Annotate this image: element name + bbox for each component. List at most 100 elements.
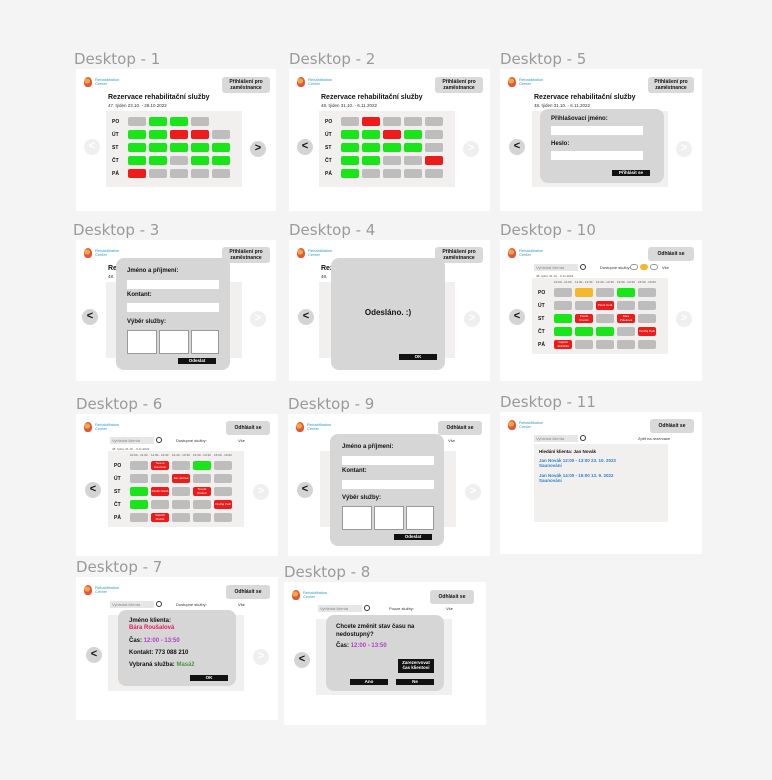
time-slot[interactable]: Jan Jelínek — [172, 474, 190, 483]
filter-all[interactable]: Vše — [662, 265, 669, 270]
client-search-input[interactable]: Vyhledat klienta — [318, 605, 362, 612]
logout-button[interactable]: Odhlásit se — [226, 585, 270, 599]
time-slot[interactable] — [554, 327, 572, 336]
time-slot[interactable]: Ondřej Pešl — [214, 500, 232, 509]
time-slot[interactable] — [638, 288, 656, 297]
employee-login-button[interactable]: Přihlášení pro zaměstnance — [435, 77, 483, 93]
time-slot[interactable] — [404, 143, 422, 152]
time-slot[interactable] — [170, 117, 188, 126]
service-option-1[interactable] — [127, 330, 157, 354]
time-slot[interactable]: Tomáš Polách — [193, 487, 211, 496]
time-slot[interactable] — [170, 169, 188, 178]
next-week-button[interactable]: > — [465, 484, 481, 500]
time-slot[interactable] — [172, 513, 190, 522]
time-slot[interactable] — [425, 117, 443, 126]
time-slot[interactable] — [404, 130, 422, 139]
contact-input[interactable] — [342, 480, 434, 489]
time-slot[interactable] — [191, 169, 209, 178]
prev-week-button[interactable]: < — [298, 309, 314, 325]
time-slot[interactable] — [617, 288, 635, 297]
logout-button[interactable]: Odhlásit se — [648, 247, 694, 261]
client-search-input[interactable]: Vyhledat klienta — [110, 601, 154, 608]
time-slot[interactable] — [149, 117, 167, 126]
next-week-button[interactable]: > — [463, 141, 479, 157]
time-slot[interactable] — [172, 461, 190, 470]
result-item[interactable]: Jan Novák 12:00 - 13:00 23. 10. 2022 Sau… — [539, 458, 616, 468]
prev-week-button[interactable]: < — [509, 309, 525, 325]
time-slot[interactable] — [193, 513, 211, 522]
logout-button[interactable]: Odhlásit se — [430, 590, 474, 604]
time-slot[interactable] — [170, 156, 188, 165]
time-slot[interactable] — [383, 169, 401, 178]
time-slot[interactable] — [425, 130, 443, 139]
search-icon[interactable] — [156, 437, 162, 443]
time-slot[interactable]: Vojtěch Michal — [151, 513, 169, 522]
next-week-button[interactable]: > — [250, 141, 266, 157]
time-slot[interactable] — [128, 130, 146, 139]
next-week-button[interactable]: > — [464, 311, 480, 327]
time-slot[interactable] — [617, 301, 635, 310]
time-slot[interactable] — [170, 143, 188, 152]
service-option-2[interactable] — [159, 330, 189, 354]
time-slot[interactable] — [212, 130, 230, 139]
filter-toggle-2[interactable] — [640, 264, 648, 270]
client-search-input[interactable]: Vyhledat klienta — [534, 264, 578, 271]
login-submit-button[interactable]: Přihlásit se — [612, 170, 650, 176]
time-slot[interactable] — [341, 169, 359, 178]
time-slot[interactable] — [191, 156, 209, 165]
time-slot[interactable] — [554, 314, 572, 323]
time-slot[interactable] — [362, 169, 380, 178]
submit-button[interactable]: Odeslat — [178, 358, 216, 364]
time-slot[interactable] — [128, 143, 146, 152]
filter-all[interactable]: Vše — [238, 438, 245, 443]
search-icon[interactable] — [580, 264, 586, 270]
time-slot[interactable] — [128, 117, 146, 126]
time-slot[interactable] — [554, 301, 572, 310]
employee-login-button[interactable]: Přihlášení pro zaměstnance — [222, 77, 270, 93]
time-slot[interactable] — [341, 130, 359, 139]
prev-week-button[interactable]: < — [294, 652, 310, 668]
time-slot[interactable] — [193, 500, 211, 509]
time-slot[interactable] — [130, 461, 148, 470]
service-option-3[interactable] — [406, 506, 434, 530]
employee-login-button[interactable]: Přihlášení pro zaměstnance — [648, 77, 694, 93]
time-slot[interactable] — [383, 143, 401, 152]
filter-toggle-1[interactable] — [630, 264, 638, 270]
time-slot[interactable] — [170, 130, 188, 139]
time-slot[interactable] — [404, 156, 422, 165]
prev-week-button[interactable]: < — [82, 309, 98, 325]
time-slot[interactable] — [362, 143, 380, 152]
time-slot[interactable] — [341, 117, 359, 126]
time-slot[interactable] — [575, 327, 593, 336]
password-input[interactable] — [551, 151, 643, 160]
next-week-button[interactable]: > — [253, 484, 269, 500]
logout-button[interactable]: Odhlásit se — [438, 421, 482, 435]
time-slot[interactable] — [638, 340, 656, 349]
ok-button[interactable]: OK — [190, 675, 228, 681]
service-option-2[interactable] — [374, 506, 404, 530]
time-slot[interactable] — [617, 327, 635, 336]
time-slot[interactable] — [214, 487, 232, 496]
time-slot[interactable] — [193, 474, 211, 483]
time-slot[interactable] — [575, 288, 593, 297]
prev-week-button[interactable]: < — [297, 139, 313, 155]
time-slot[interactable]: Ondřej Pošl — [638, 327, 656, 336]
time-slot[interactable] — [341, 156, 359, 165]
name-input[interactable] — [342, 456, 434, 465]
time-slot[interactable] — [149, 143, 167, 152]
logout-button[interactable]: Odhlásit se — [226, 421, 270, 435]
logout-button[interactable]: Odhlásit se — [650, 419, 694, 433]
time-slot[interactable] — [212, 143, 230, 152]
time-slot[interactable] — [362, 156, 380, 165]
name-input[interactable] — [127, 280, 219, 289]
time-slot[interactable] — [130, 513, 148, 522]
time-slot[interactable] — [362, 117, 380, 126]
time-slot[interactable] — [212, 169, 230, 178]
service-option-3[interactable] — [191, 330, 219, 354]
time-slot[interactable] — [149, 130, 167, 139]
time-slot[interactable] — [193, 461, 211, 470]
time-slot[interactable] — [130, 500, 148, 509]
time-slot[interactable] — [214, 461, 232, 470]
contact-input[interactable] — [127, 303, 219, 312]
time-slot[interactable]: Pavlík Holub — [151, 487, 169, 496]
